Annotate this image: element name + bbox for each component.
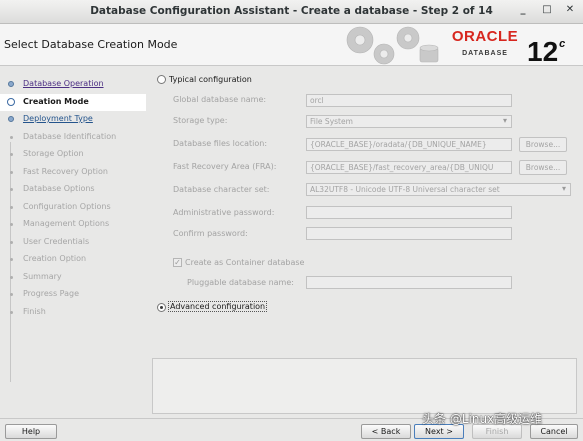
step-status-icon (10, 275, 13, 279)
step-status-icon (10, 188, 13, 191)
step-label: Storage Option (23, 149, 84, 158)
version-logo: 12c (527, 26, 566, 66)
storage-type-select[interactable]: File System (306, 115, 512, 128)
step-status-icon (10, 153, 13, 156)
message-panel (152, 358, 577, 414)
step-storage-option: Storage Option (0, 146, 146, 163)
step-status-icon (10, 293, 13, 296)
step-status-icon (10, 135, 13, 139)
step-management-options: Management Options (0, 216, 146, 233)
step-status-icon (10, 205, 13, 209)
advanced-config-radio[interactable] (157, 303, 166, 312)
step-finish: Finish (0, 304, 146, 321)
step-status-icon (7, 97, 15, 106)
pluggable-db-label: Pluggable database name: (187, 278, 294, 287)
step-database-operation[interactable]: Database Operation (0, 76, 146, 93)
step-status-icon (10, 223, 13, 226)
step-label[interactable]: Database Operation (23, 79, 104, 88)
step-label[interactable]: Creation Mode (23, 97, 89, 106)
step-label: Creation Option (23, 254, 87, 263)
watermark: 头条 @Linux高级运维 (422, 412, 543, 426)
step-creation-mode[interactable]: Creation Mode (0, 93, 146, 111)
step-configuration-options: Configuration Options (0, 199, 146, 216)
close-icon[interactable]: ✕ (562, 4, 578, 18)
gears-graphic-icon (346, 26, 439, 65)
oracle-database-label: DATABASE (462, 50, 508, 57)
container-db-label[interactable]: Create as Container database (185, 258, 304, 267)
step-label: Summary (23, 271, 62, 281)
typical-config-radio[interactable] (157, 75, 166, 84)
fra-browse-button[interactable]: Browse... (519, 160, 567, 175)
help-button[interactable]: Help (5, 424, 57, 439)
version-number: 12 (527, 36, 559, 66)
fra-label: Fast Recovery Area (FRA): (173, 162, 277, 171)
back-button[interactable]: < Back (361, 424, 411, 439)
step-label: Fast Recovery Option (23, 166, 108, 176)
confirm-password-label: Confirm password: (173, 229, 248, 238)
pluggable-db-input[interactable] (306, 276, 512, 289)
step-user-credentials: User Credentials (0, 234, 146, 251)
step-label: Finish (23, 306, 46, 316)
db-files-browse-button[interactable]: Browse... (519, 137, 567, 152)
step-label: Database Identification (23, 131, 117, 141)
db-files-location-label: Database files location: (173, 139, 268, 148)
fra-input[interactable]: {ORACLE_BASE}/fast_recovery_area/{DB_UNI… (306, 161, 512, 174)
storage-type-label: Storage type: (173, 116, 228, 125)
step-database-identification: Database Identification (0, 129, 146, 146)
confirm-password-input[interactable] (306, 227, 512, 240)
minimize-icon[interactable]: _ (515, 4, 531, 18)
step-deployment-type[interactable]: Deployment Type (0, 111, 146, 128)
admin-password-input[interactable] (306, 206, 512, 219)
version-suffix: c (559, 38, 566, 50)
step-status-icon (10, 170, 13, 174)
admin-password-label: Administrative password: (173, 208, 275, 217)
step-status-icon (8, 116, 14, 122)
global-db-name-input[interactable]: orcl (306, 94, 512, 107)
step-label[interactable]: Deployment Type (23, 114, 93, 123)
step-database-options: Database Options (0, 181, 146, 198)
charset-label: Database character set: (173, 185, 270, 194)
steps-sidebar: Database Operation Creation Mode Deploymen… (0, 66, 146, 418)
oracle-logo: ORACLE DATABASE (447, 29, 523, 61)
page-header: Select Database Creation Mode ORACLE DAT… (0, 24, 583, 66)
step-label: Management Options (23, 219, 110, 228)
advanced-config-text: Advanced configuration (168, 301, 268, 312)
window-title: Database Configuration Assistant - Creat… (90, 5, 493, 17)
step-status-icon (8, 81, 14, 87)
window-titlebar: Database Configuration Assistant - Creat… (0, 0, 583, 24)
step-status-icon (10, 258, 13, 261)
container-db-checkbox[interactable]: ✓ (173, 258, 182, 267)
step-label: User Credentials (23, 236, 90, 246)
global-db-name-label: Global database name: (173, 95, 267, 104)
step-summary: Summary (0, 269, 146, 286)
maximize-icon[interactable]: □ (539, 4, 555, 18)
step-progress-page: Progress Page (0, 286, 146, 303)
creation-mode-panel: Typical configuration Global database na… (147, 66, 583, 352)
step-fast-recovery-option: Fast Recovery Option (0, 164, 146, 181)
typical-config-label[interactable]: Typical configuration (169, 75, 252, 84)
step-label: Configuration Options (23, 201, 111, 211)
db-files-location-input[interactable]: {ORACLE_BASE}/oradata/{DB_UNIQUE_NAME} (306, 138, 512, 151)
step-label: Progress Page (23, 289, 80, 298)
charset-select[interactable]: AL32UTF8 - Unicode UTF-8 Universal chara… (306, 183, 571, 196)
advanced-config-label[interactable]: Advanced configuration (168, 301, 268, 312)
step-creation-option: Creation Option (0, 251, 146, 268)
step-status-icon (10, 240, 13, 244)
step-status-icon (10, 310, 13, 314)
step-label: Database Options (23, 184, 95, 193)
oracle-brand: ORACLE (451, 28, 519, 45)
page-title: Select Database Creation Mode (4, 38, 178, 51)
